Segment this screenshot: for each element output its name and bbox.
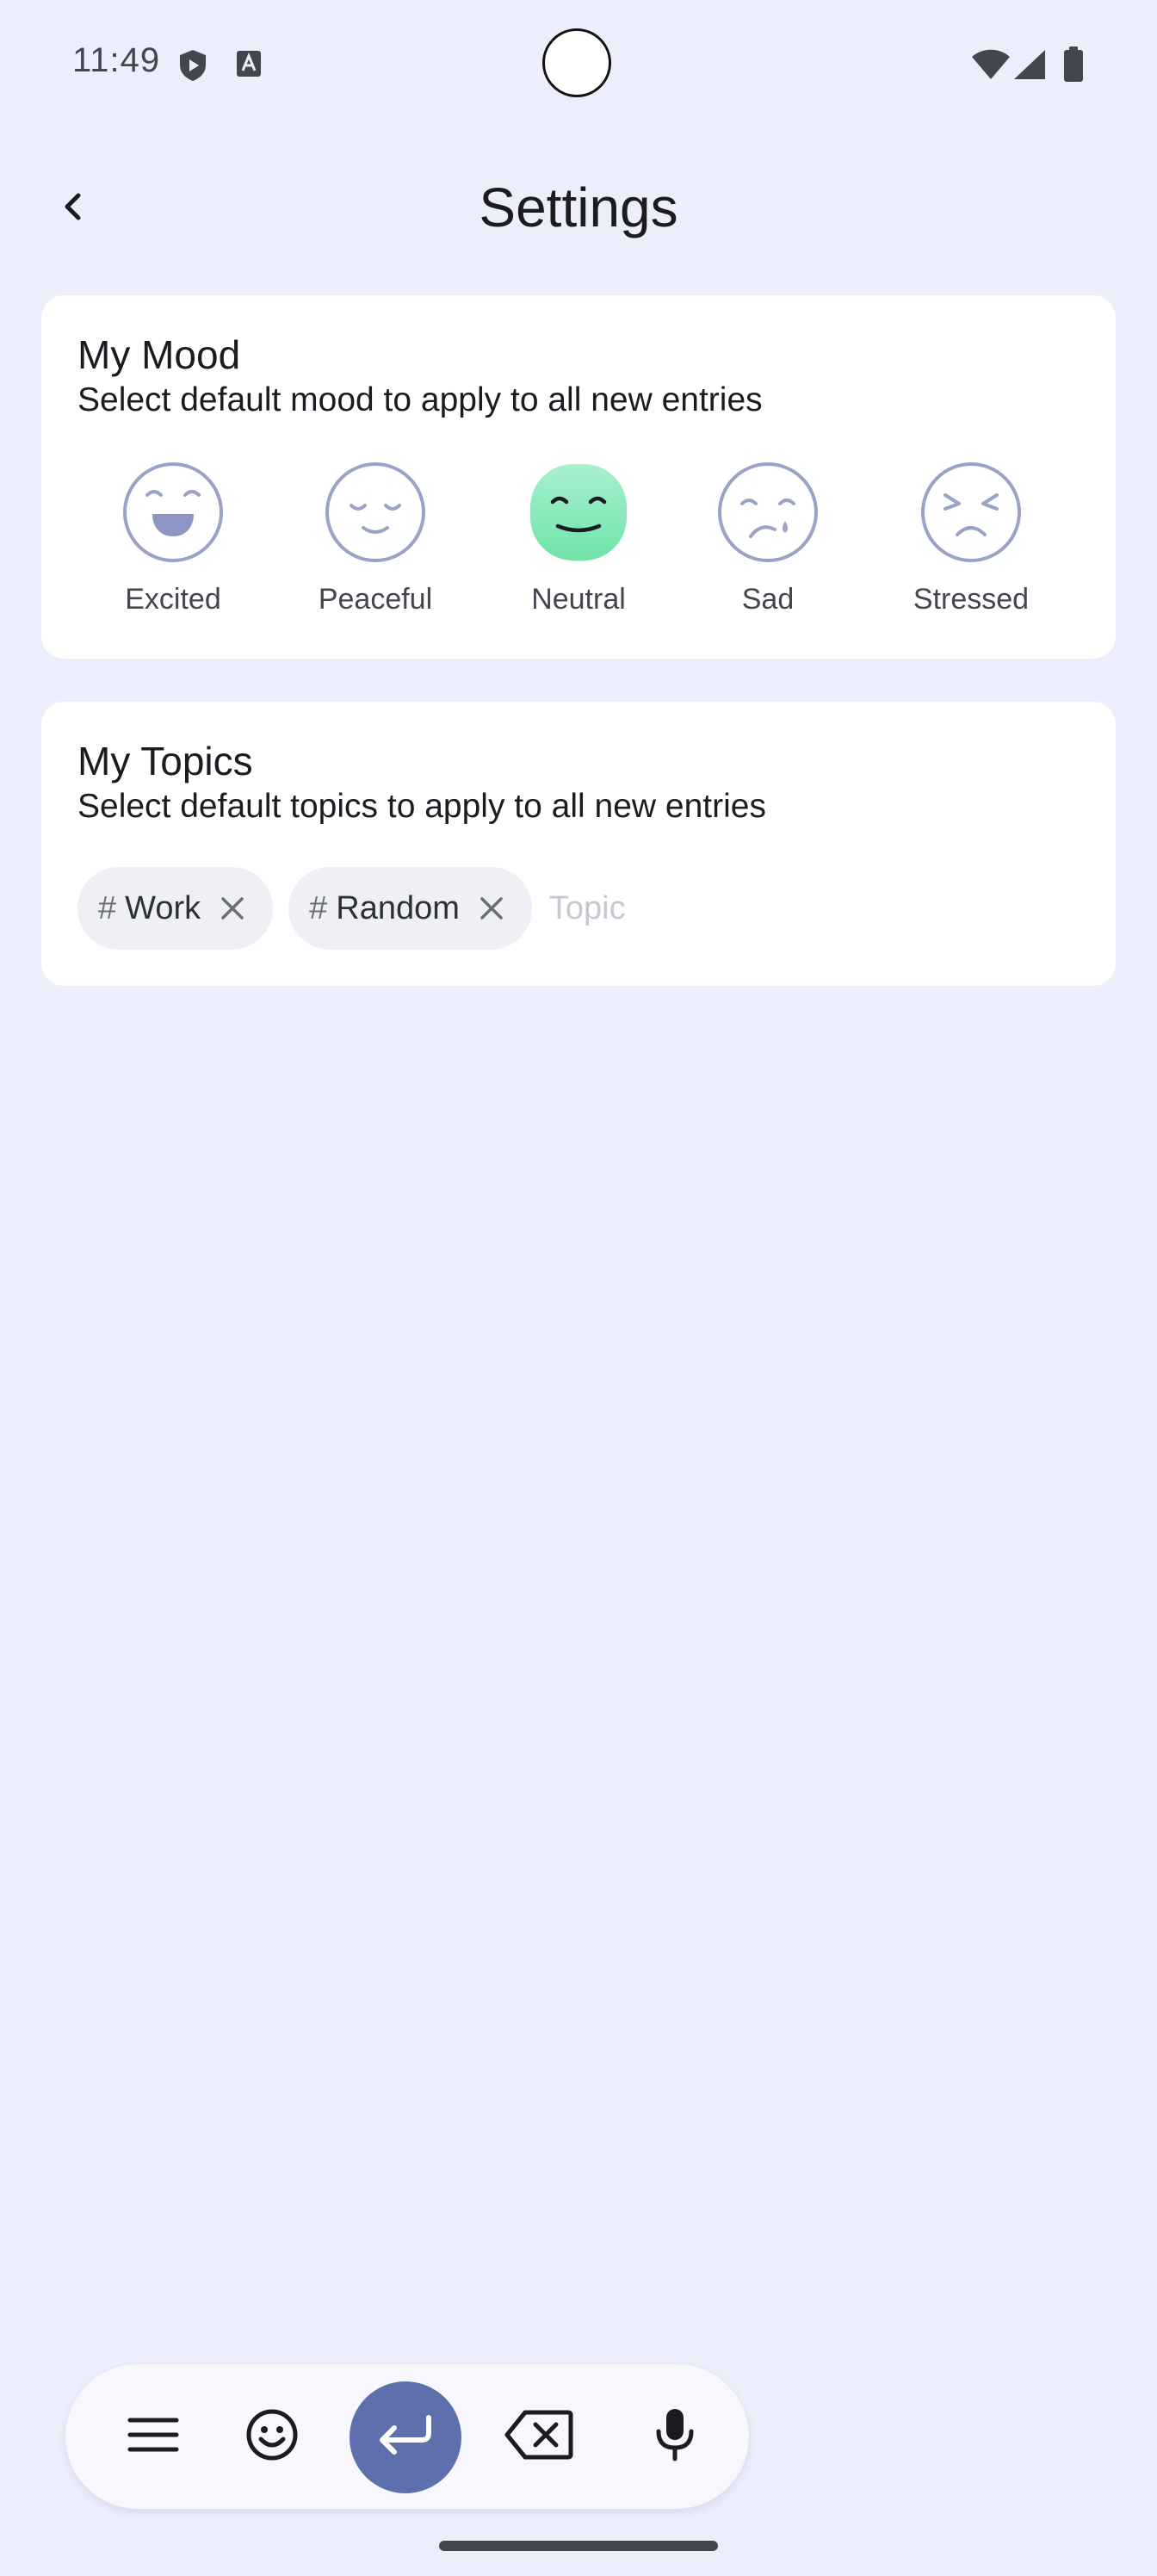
emoji-button[interactable] [229,2393,315,2480]
excited-face-icon [121,461,225,564]
status-bar: 11:49 [0,0,1157,129]
stressed-face-icon [919,461,1023,564]
enter-button[interactable] [350,2381,461,2493]
mood-option-excited[interactable]: Excited [87,461,259,616]
battery-icon [1062,46,1085,87]
menu-button[interactable] [110,2393,196,2480]
mood-card-title: My Mood [77,332,241,377]
mood-label: Neutral [531,583,626,616]
topics-card-subtitle: Select default topics to apply to all ne… [77,788,766,825]
home-indicator[interactable] [439,2541,718,2551]
topic-chip-row: # Work # Random [77,867,807,950]
topics-card-title: My Topics [77,739,253,783]
mood-label: Excited [125,583,221,616]
shield-play-icon [177,48,208,87]
topic-input[interactable] [547,889,807,927]
mood-card-subtitle: Select default mood to apply to all new … [77,381,763,418]
peaceful-face-icon [324,461,427,564]
emoji-icon [245,2408,299,2466]
hash-prefix: # [309,889,328,926]
mood-option-peaceful[interactable]: Peaceful [289,461,461,616]
camera-cutout [542,28,611,97]
topic-chip-random[interactable]: # Random [288,867,532,950]
mood-option-stressed[interactable]: Stressed [885,461,1057,616]
enter-icon [375,2414,436,2461]
mood-label: Stressed [913,583,1030,616]
status-time: 11:49 [72,41,161,79]
topic-chip-work[interactable]: # Work [77,867,274,950]
keyboard-toolbar [65,2364,749,2509]
wifi-icon [971,48,1011,85]
microphone-icon [654,2407,696,2467]
hash-prefix: # [98,889,117,926]
chip-label: Random [336,889,460,926]
cell-signal-icon [1012,48,1047,85]
mood-label: Peaceful [318,583,433,616]
my-mood-card: My Mood Select default mood to apply to … [41,295,1116,659]
page-title: Settings [479,176,678,238]
microphone-button[interactable] [632,2393,718,2480]
mood-option-neutral[interactable]: Neutral [492,461,665,616]
sad-face-icon [716,461,820,564]
text-a-icon [236,50,262,82]
mood-label: Sad [741,583,795,616]
mood-option-sad[interactable]: Sad [682,461,854,616]
neutral-face-icon [527,461,630,564]
backspace-icon [504,2409,573,2465]
close-icon[interactable] [477,894,506,923]
close-icon[interactable] [218,894,247,923]
my-topics-card: My Topics Select default topics to apply… [41,702,1116,986]
backspace-button[interactable] [496,2393,582,2480]
chip-label: Work [125,889,201,926]
menu-icon [127,2416,179,2458]
